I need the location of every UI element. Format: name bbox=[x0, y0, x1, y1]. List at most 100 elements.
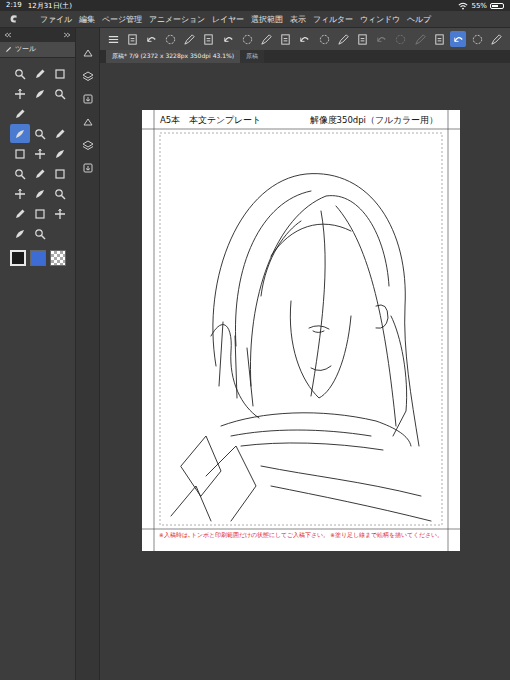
tool-button[interactable] bbox=[30, 184, 50, 203]
command-button[interactable] bbox=[450, 31, 466, 47]
color-swatches bbox=[10, 250, 75, 266]
tool-button[interactable] bbox=[10, 184, 30, 203]
panel-button[interactable] bbox=[81, 115, 95, 129]
command-button[interactable] bbox=[220, 31, 236, 47]
menu-bar: ファイル編集ページ管理アニメーションレイヤー選択範囲表示フィルターウィンドウヘル… bbox=[0, 11, 510, 28]
tool-button[interactable] bbox=[50, 204, 70, 223]
tool-button[interactable] bbox=[50, 144, 70, 163]
command-button[interactable] bbox=[489, 31, 505, 47]
tool-icon bbox=[14, 188, 26, 200]
panel-grip[interactable] bbox=[0, 28, 75, 42]
tool-button[interactable] bbox=[30, 164, 50, 183]
tool-icon bbox=[14, 88, 26, 100]
panel-button[interactable] bbox=[81, 161, 95, 175]
tool-button[interactable] bbox=[10, 84, 30, 103]
menu-item[interactable]: ページ管理 bbox=[102, 14, 142, 25]
tool-button[interactable] bbox=[30, 124, 50, 143]
command-button[interactable] bbox=[143, 31, 159, 47]
tool-icon bbox=[34, 188, 46, 200]
app-logo-icon[interactable] bbox=[8, 13, 20, 25]
menu-item[interactable]: ファイル bbox=[40, 14, 72, 25]
tool-button[interactable] bbox=[10, 144, 30, 163]
status-date: 12月31日(土) bbox=[28, 1, 72, 11]
menu-item[interactable]: ウィンドウ bbox=[360, 14, 400, 25]
command-button[interactable] bbox=[297, 31, 313, 47]
tool-button[interactable] bbox=[10, 204, 30, 223]
line-art-drawing bbox=[161, 136, 441, 526]
tool-row bbox=[10, 184, 75, 203]
tool-button[interactable] bbox=[50, 84, 70, 103]
panel-button[interactable] bbox=[81, 69, 95, 83]
tool-button[interactable] bbox=[10, 64, 30, 83]
command-icon bbox=[145, 33, 158, 46]
command-button[interactable] bbox=[259, 31, 275, 47]
collapse-icon[interactable] bbox=[4, 32, 12, 38]
tool-icon bbox=[54, 188, 66, 200]
tool-row bbox=[10, 104, 75, 123]
command-icon bbox=[126, 33, 139, 46]
tool-button[interactable] bbox=[30, 144, 50, 163]
expand-icon[interactable] bbox=[63, 32, 71, 38]
color-swatch[interactable] bbox=[10, 250, 26, 266]
command-button[interactable] bbox=[412, 31, 428, 47]
tool-button[interactable] bbox=[10, 104, 30, 123]
tool-icon bbox=[54, 88, 66, 100]
command-button[interactable] bbox=[431, 31, 447, 47]
command-button[interactable] bbox=[354, 31, 370, 47]
panel-icon-column bbox=[76, 28, 100, 680]
tool-button[interactable] bbox=[10, 164, 30, 183]
tool-button[interactable] bbox=[10, 124, 30, 143]
manuscript-page[interactable]: A5本 本文テンプレート 解像度350dpi（フルカラー用） ※入稿時は､トンボ… bbox=[142, 110, 460, 551]
tool-button[interactable] bbox=[10, 224, 30, 243]
menu-item[interactable]: ヘルプ bbox=[407, 14, 431, 25]
tool-button[interactable] bbox=[50, 64, 70, 83]
command-icon bbox=[298, 33, 311, 46]
command-button[interactable] bbox=[182, 31, 198, 47]
tool-tab[interactable]: ツール bbox=[0, 42, 75, 58]
menu-item[interactable]: 表示 bbox=[290, 14, 306, 25]
menu-item[interactable]: アニメーション bbox=[149, 14, 205, 25]
menu-item[interactable]: フィルター bbox=[313, 14, 353, 25]
command-icon bbox=[202, 33, 215, 46]
tool-icon bbox=[14, 68, 26, 80]
tool-row bbox=[10, 84, 75, 103]
tool-icon bbox=[34, 128, 46, 140]
command-button[interactable] bbox=[316, 31, 332, 47]
battery-percent: 55% bbox=[471, 2, 487, 10]
menu-item[interactable]: 選択範囲 bbox=[251, 14, 283, 25]
command-button[interactable] bbox=[393, 31, 409, 47]
tool-button[interactable] bbox=[50, 124, 70, 143]
command-button[interactable] bbox=[163, 31, 179, 47]
transparent-swatch[interactable] bbox=[50, 250, 66, 266]
tool-button[interactable] bbox=[50, 164, 70, 183]
command-button[interactable] bbox=[124, 31, 140, 47]
document-tab[interactable]: 原稿 bbox=[240, 50, 264, 63]
command-icon bbox=[222, 33, 235, 46]
tool-button[interactable] bbox=[30, 204, 50, 223]
command-button[interactable] bbox=[374, 31, 390, 47]
command-button[interactable] bbox=[105, 31, 121, 47]
command-button[interactable] bbox=[470, 31, 486, 47]
document-tab[interactable]: 原稿* 7/9 (2372 x 3228px 350dpi 43.1%) bbox=[106, 50, 240, 63]
tool-icon bbox=[34, 168, 46, 180]
color-swatch[interactable] bbox=[30, 250, 46, 266]
command-button[interactable] bbox=[239, 31, 255, 47]
command-button[interactable] bbox=[278, 31, 294, 47]
tool-button[interactable] bbox=[30, 64, 50, 83]
menu-item[interactable]: 編集 bbox=[79, 14, 95, 25]
pen-icon bbox=[5, 46, 12, 53]
tool-button[interactable] bbox=[50, 184, 70, 203]
wifi-icon bbox=[458, 2, 468, 10]
command-button[interactable] bbox=[335, 31, 351, 47]
command-icon bbox=[260, 33, 273, 46]
tool-button[interactable] bbox=[30, 224, 50, 243]
command-button[interactable] bbox=[201, 31, 217, 47]
tool-icon bbox=[54, 208, 66, 220]
tool-button[interactable] bbox=[30, 84, 50, 103]
menu-item[interactable]: レイヤー bbox=[212, 14, 244, 25]
panel-button[interactable] bbox=[81, 46, 95, 60]
panel-button[interactable] bbox=[81, 138, 95, 152]
clip-studio-screen: 2:19 12月31日(土) 55% ファイル編集ページ管理アニメーションレイヤ… bbox=[0, 0, 510, 680]
panel-button[interactable] bbox=[81, 92, 95, 106]
tool-icon bbox=[34, 88, 46, 100]
